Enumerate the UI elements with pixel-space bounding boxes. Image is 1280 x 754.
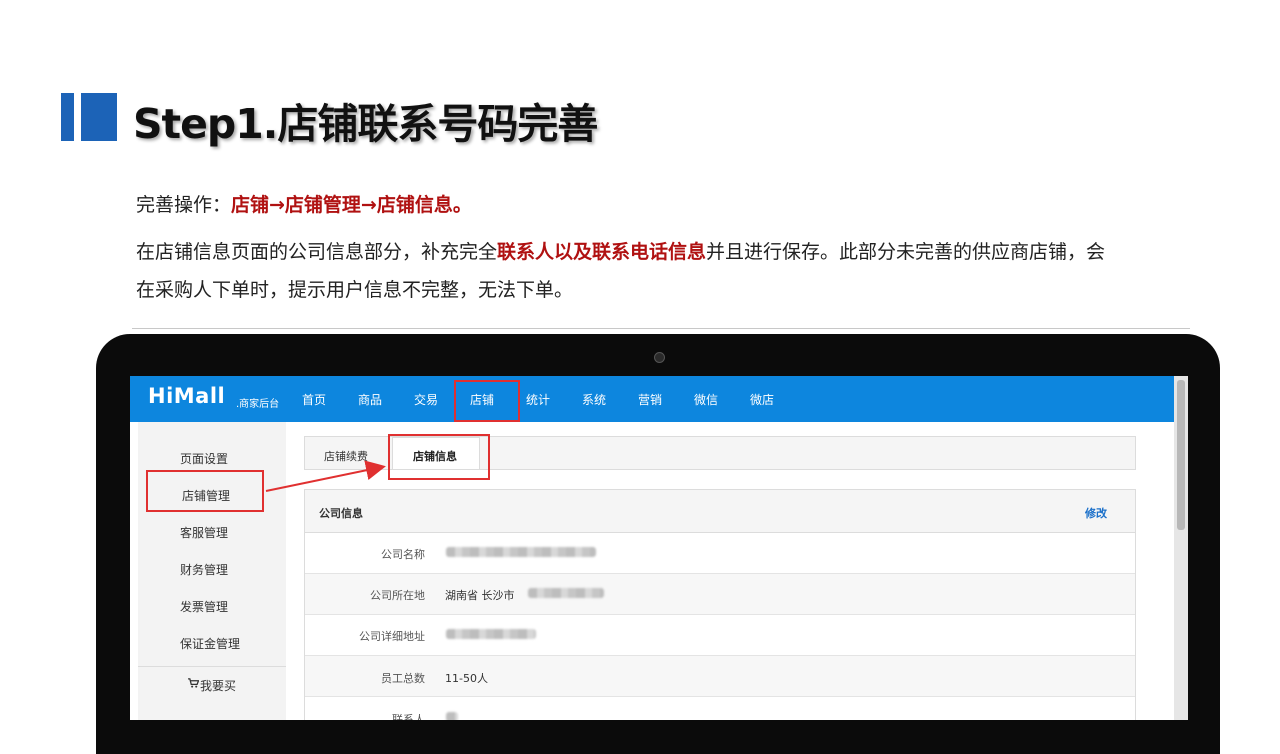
redacted-value xyxy=(446,629,536,639)
table-row xyxy=(305,615,1135,656)
edit-link[interactable]: 修改 xyxy=(1085,505,1107,521)
scrollbar-thumb[interactable] xyxy=(1177,380,1185,530)
row-value-employees: 11-50人 xyxy=(445,672,488,685)
camera-icon xyxy=(654,352,665,363)
app-logo-subtitle: .商家后台 xyxy=(236,399,280,410)
row-value-location: 湖南省 长沙市 xyxy=(445,589,515,602)
row-label-location: 公司所在地 xyxy=(370,589,425,602)
title-block-icon xyxy=(61,93,117,141)
nav-item-trade[interactable]: 交易 xyxy=(414,391,438,408)
row-label-address: 公司详细地址 xyxy=(359,630,425,643)
sidebar-divider xyxy=(138,666,286,667)
instruction-text-b: 并且进行保存。此部分未完善的供应商店铺，会 xyxy=(706,241,1106,263)
tab-renewal[interactable]: 店铺续费 xyxy=(324,448,368,464)
sidebar: 页面设置 店铺管理 客服管理 财务管理 发票管理 保证金管理 我要买 xyxy=(138,422,286,720)
nav-item-products[interactable]: 商品 xyxy=(358,391,382,408)
redacted-value xyxy=(528,588,604,598)
sidebar-item-invoice[interactable]: 发票管理 xyxy=(180,598,228,615)
nav-item-microstore[interactable]: 微店 xyxy=(750,391,774,408)
app-header: HiMall .商家后台 首页 商品 交易 店铺 统计 系统 营销 微信 微店 xyxy=(130,376,1174,422)
nav-item-stats[interactable]: 统计 xyxy=(526,391,550,408)
row-label-company-name: 公司名称 xyxy=(381,548,425,561)
sidebar-item-finance[interactable]: 财务管理 xyxy=(180,561,228,578)
instruction-path: 店铺→店铺管理→店铺信息。 xyxy=(231,194,472,216)
nav-item-home[interactable]: 首页 xyxy=(302,391,326,408)
nav-item-system[interactable]: 系统 xyxy=(582,391,606,408)
nav-item-wechat[interactable]: 微信 xyxy=(694,391,718,408)
divider xyxy=(132,328,1190,329)
panel-header xyxy=(304,489,1136,533)
cart-icon xyxy=(188,678,199,688)
row-label-contact: 联系人 xyxy=(392,713,425,720)
sidebar-item-deposit[interactable]: 保证金管理 xyxy=(180,635,240,652)
sidebar-store-highlight xyxy=(146,470,264,512)
laptop-screen: HiMall .商家后台 首页 商品 交易 店铺 统计 系统 营销 微信 微店 … xyxy=(130,376,1188,720)
panel-title: 公司信息 xyxy=(319,507,363,520)
nav-store-highlight xyxy=(454,380,520,422)
table-row xyxy=(305,574,1135,615)
instruction-line-3: 在采购人下单时，提示用户信息不完整，无法下单。 xyxy=(136,279,574,301)
table-row xyxy=(305,533,1135,574)
instruction-highlight: 联系人以及联系电话信息 xyxy=(497,241,707,263)
instruction-text-a: 在店铺信息页面的公司信息部分，补充完全 xyxy=(136,241,498,263)
scrollbar[interactable] xyxy=(1174,376,1188,720)
table-row xyxy=(305,697,1135,720)
nav-item-marketing[interactable]: 营销 xyxy=(638,391,662,408)
sidebar-item-page-settings[interactable]: 页面设置 xyxy=(180,450,228,467)
table-row xyxy=(305,656,1135,697)
sidebar-item-customer-service[interactable]: 客服管理 xyxy=(180,524,228,541)
row-label-employees: 员工总数 xyxy=(381,672,425,685)
instruction-prefix: 完善操作： xyxy=(136,194,232,216)
redacted-value xyxy=(446,547,596,557)
app-logo[interactable]: HiMall xyxy=(148,384,225,408)
tab-store-info-highlight xyxy=(388,434,490,480)
redacted-value xyxy=(446,712,458,720)
instruction-line-1: 完善操作：店铺→店铺管理→店铺信息。 xyxy=(136,190,472,217)
slide-title: Step1.店铺联系号码完善 xyxy=(133,100,598,148)
buy-link[interactable]: 我要买 xyxy=(200,677,236,694)
instruction-line-2: 在店铺信息页面的公司信息部分，补充完全联系人以及联系电话信息并且进行保存。此部分… xyxy=(136,237,1105,264)
